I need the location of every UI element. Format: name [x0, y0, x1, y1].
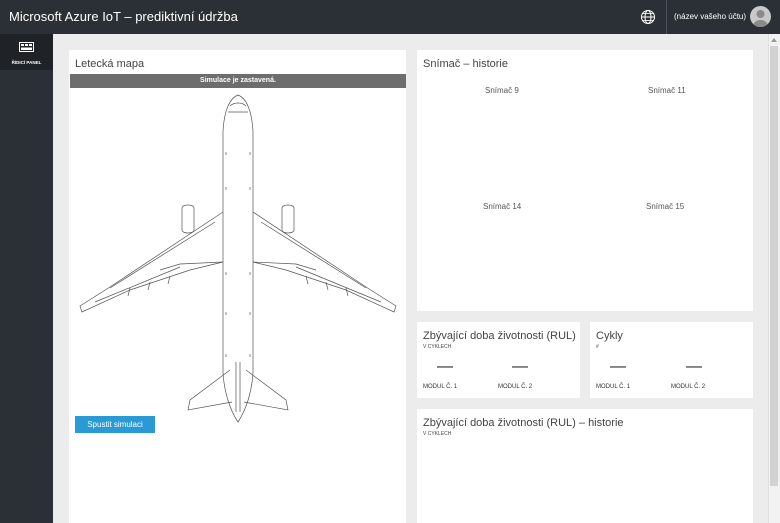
header-divider [666, 0, 667, 34]
sensor-history-title: Snímač – historie [423, 58, 508, 70]
cycles-module1-value: — [610, 358, 626, 375]
airplane-diagram [79, 94, 397, 423]
sidebar: ŘÍDICÍ PANEL [0, 34, 53, 523]
rul-history-panel: Zbývající doba životnosti (RUL) – histor… [417, 409, 753, 523]
map-title: Letecká mapa [75, 58, 145, 70]
app-title: Microsoft Azure IoT – prediktivní údržba [9, 9, 238, 24]
globe-icon[interactable] [640, 9, 656, 25]
cycles-module2-value: — [686, 358, 702, 375]
cycles-module2-label: MODUL Č. 2 [671, 384, 706, 390]
sensor-15-label: Snímač 15 [646, 202, 685, 211]
rul-module2-label: MODUL Č. 2 [498, 384, 533, 390]
account-name[interactable]: (název vašeho účtu) [674, 12, 746, 21]
rul-subtitle: V CYKLECH [423, 344, 452, 350]
cycles-module1-label: MODUL Č. 1 [596, 384, 631, 390]
cycles-subtitle: # [596, 344, 599, 350]
rul-history-subtitle: V CYKLECH [423, 431, 452, 437]
rul-module2-value: — [512, 358, 528, 375]
rul-module1-label: MODUL Č. 1 [423, 384, 458, 390]
start-simulation-button[interactable]: Spustit simulaci [75, 416, 155, 433]
cycles-title: Cykly [596, 330, 623, 342]
scroll-up-arrow-icon[interactable] [771, 38, 777, 42]
cycles-panel: Cykly # — — MODUL Č. 1 MODUL Č. 2 [590, 322, 753, 398]
rul-module1-value: — [437, 358, 453, 375]
rul-panel: Zbývající doba životnosti (RUL) V CYKLEC… [417, 322, 580, 398]
sidebar-item-label: ŘÍDICÍ PANEL [11, 60, 42, 65]
top-bar: Microsoft Azure IoT – prediktivní údržba… [0, 0, 780, 34]
sensor-11-label: Snímač 11 [648, 86, 686, 95]
sensor-9-label: Snímač 9 [485, 86, 519, 95]
sidebar-item-dashboard[interactable]: ŘÍDICÍ PANEL [0, 34, 53, 70]
sensor-14-label: Snímač 14 [483, 202, 522, 211]
user-avatar-icon[interactable] [750, 6, 771, 27]
simulation-status: Simulace je zastavená. [70, 74, 406, 88]
dashboard-icon [19, 42, 34, 52]
sensor-history-panel: Snímač – historie Snímač 9 Snímač 11 Sní… [417, 50, 753, 311]
rul-history-title: Zbývající doba životnosti (RUL) – histor… [423, 417, 624, 429]
rul-title: Zbývající doba životnosti (RUL) [423, 330, 576, 342]
scrollbar-thumb[interactable] [770, 46, 778, 486]
